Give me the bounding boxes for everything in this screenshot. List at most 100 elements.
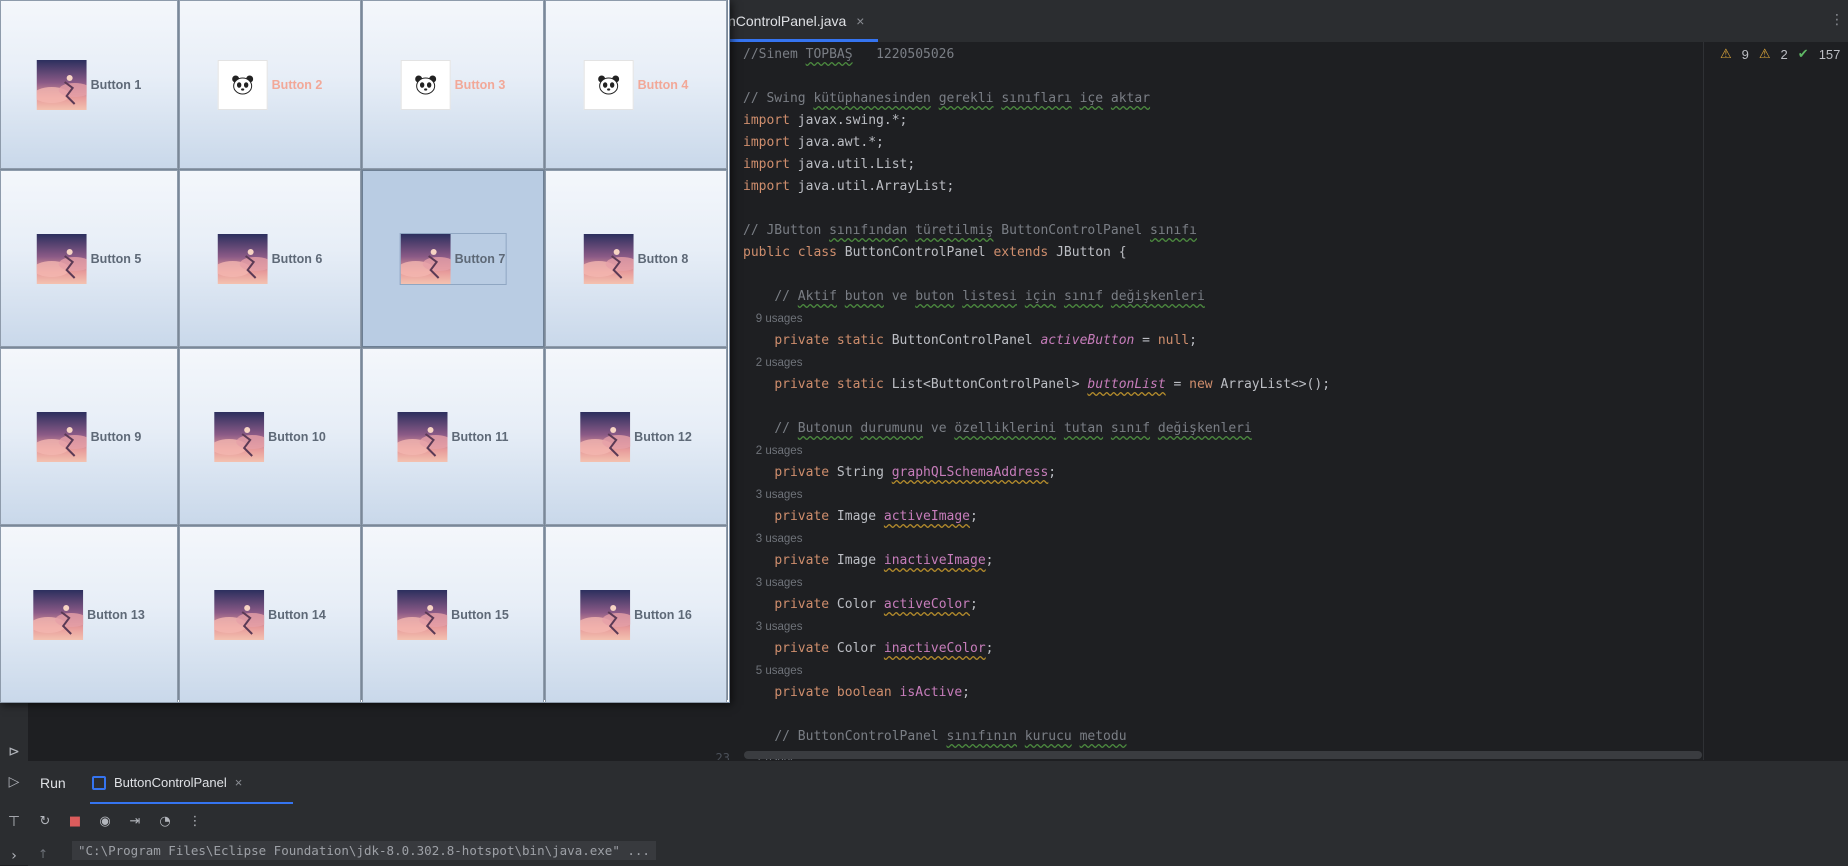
button-label: Button 10 <box>268 429 326 444</box>
code-line: import java.util.ArrayList; <box>743 179 955 194</box>
panda-icon <box>583 59 634 110</box>
run-tab-indicator <box>90 802 293 804</box>
code-line: private Color inactiveColor; <box>774 641 994 656</box>
profiler-icon[interactable]: ◔ <box>156 813 174 831</box>
grid-button-14[interactable]: Button 14 <box>179 526 361 703</box>
left-tool-strip: ⊳ ▷ ⊤ › <box>0 700 28 865</box>
horizontal-scrollbar[interactable] <box>744 751 1702 759</box>
button-label: Button 15 <box>451 607 509 622</box>
button-content: Button 3 <box>400 59 506 110</box>
button-label: Button 13 <box>87 607 145 622</box>
sunset-thumbnail-icon <box>36 233 87 284</box>
check-icon: ✔ <box>1797 46 1809 61</box>
more-options-icon[interactable]: ⋮ <box>1830 12 1844 28</box>
weak-warning-icon: ⚠ <box>1758 46 1771 61</box>
sunset-thumbnail-icon <box>217 233 268 284</box>
rerun-icon[interactable]: ↻ <box>36 813 54 831</box>
terminal-icon[interactable]: › <box>4 846 24 866</box>
run-tab-buttoncontrolpanel[interactable]: ButtonControlPanel × <box>92 775 242 790</box>
more-options-icon[interactable]: ⋮ <box>186 813 204 831</box>
camera-icon[interactable]: ◉ <box>96 813 114 831</box>
usage-hint[interactable]: 5 usages <box>743 660 1330 682</box>
grid-button-6[interactable]: Button 6 <box>179 170 361 347</box>
button-label: Button 3 <box>454 77 506 92</box>
grid-button-16[interactable]: Button 16 <box>545 526 727 703</box>
button-content: Button 14 <box>214 589 326 640</box>
sunset-thumbnail-icon <box>36 59 87 110</box>
grid-button-11[interactable]: Button 11 <box>362 348 544 525</box>
button-label: Button 4 <box>637 77 689 92</box>
panda-icon <box>400 59 451 110</box>
stop-icon[interactable]: ■ <box>66 813 84 831</box>
sunset-thumbnail-icon <box>580 589 631 640</box>
grid-button-3[interactable]: Button 3 <box>362 0 544 169</box>
grid-button-8[interactable]: Button 8 <box>545 170 727 347</box>
grid-button-1[interactable]: Button 1 <box>0 0 178 169</box>
sunset-thumbnail-icon <box>397 589 448 640</box>
close-icon[interactable]: × <box>856 13 864 29</box>
grid-button-9[interactable]: Button 9 <box>0 348 178 525</box>
run-icon[interactable]: ▷ <box>4 772 24 792</box>
services-icon[interactable]: ⊳ <box>4 742 24 762</box>
code-line: import java.awt.*; <box>743 135 884 150</box>
console-output-line: "C:\Program Files\Eclipse Foundation\jdk… <box>72 841 656 860</box>
run-tab-label: ButtonControlPanel <box>114 775 227 790</box>
weak-warning-count: 2 <box>1780 46 1788 62</box>
usage-hint[interactable]: 3 usages <box>743 572 1330 594</box>
code-editor[interactable]: //Sinem TOPBAŞ 1220505026 // Swing kütüp… <box>740 42 1704 760</box>
grid-button-12[interactable]: Button 12 <box>545 348 727 525</box>
usage-hint[interactable]: 2 usages <box>743 440 1330 462</box>
code-line: private Color activeColor; <box>774 597 978 612</box>
button-content: Button 7 <box>399 232 507 285</box>
usage-hint[interactable]: 3 usages <box>743 484 1330 506</box>
run-toolbar: ↻ ■ ◉ ⇥ ◔ ⋮ <box>36 813 204 831</box>
code-line: private static List<ButtonControlPanel> … <box>774 377 1331 392</box>
sunset-thumbnail-icon <box>580 411 631 462</box>
code-line: private Image inactiveImage; <box>774 553 994 568</box>
button-label: Button 6 <box>271 251 323 266</box>
sunset-thumbnail-icon <box>400 233 451 284</box>
grid-button-10[interactable]: Button 10 <box>179 348 361 525</box>
scroll-up-icon[interactable]: ↑ <box>38 847 48 861</box>
button-label: Button 2 <box>271 77 323 92</box>
code-line: //Sinem TOPBAŞ 1220505026 <box>743 47 955 62</box>
exit-icon[interactable]: ⇥ <box>126 813 144 831</box>
code-line: // ButtonControlPanel sınıfının kurucu m… <box>774 729 1127 744</box>
grid-button-13[interactable]: Button 13 <box>0 526 178 703</box>
button-content: Button 2 <box>217 59 323 110</box>
button-content: Button 1 <box>36 59 141 110</box>
code-line: // Swing kütüphanesinden gerekli sınıfla… <box>743 91 1151 106</box>
grid-button-2[interactable]: Button 2 <box>179 0 361 169</box>
usage-hint[interactable]: 3 usages <box>743 616 1330 638</box>
button-label: Button 11 <box>451 429 509 444</box>
code-line: private String graphQLSchemaAddress; <box>774 465 1057 480</box>
sunset-thumbnail-icon <box>214 589 265 640</box>
usage-hint[interactable]: 9 usages <box>743 308 1330 330</box>
button-content: Button 5 <box>36 233 141 284</box>
editor-right-border <box>1703 42 1704 760</box>
close-icon[interactable]: × <box>235 775 243 790</box>
grid-button-7[interactable]: Button 7 <box>362 170 544 347</box>
sunset-thumbnail-icon <box>397 411 448 462</box>
sunset-thumbnail-icon <box>33 589 84 640</box>
usage-hint[interactable]: 2 usages <box>743 352 1330 374</box>
code-content: //Sinem TOPBAŞ 1220505026 // Swing kütüp… <box>743 44 1330 760</box>
build-icon[interactable]: ⊤ <box>4 812 24 832</box>
code-line: // Aktif buton ve buton listesi için sın… <box>774 289 1205 304</box>
grid-button-5[interactable]: Button 5 <box>0 170 178 347</box>
usage-hint[interactable]: 3 usages <box>743 528 1330 550</box>
code-line: // Butonun durumunu ve özelliklerini tut… <box>774 421 1252 436</box>
grid-button-4[interactable]: Button 4 <box>545 0 727 169</box>
editor-tab-buttoncontrolpanel[interactable]: nControlPanel.java × <box>728 0 864 42</box>
run-config-icon <box>92 775 106 790</box>
code-line: import java.util.List; <box>743 157 916 172</box>
button-label: Button 16 <box>634 607 692 622</box>
code-line: private boolean isActive; <box>774 685 970 700</box>
sunset-thumbnail-icon <box>36 411 87 462</box>
inspection-widget[interactable]: ⚠9 ⚠2 ✔157 ⌃ <box>1720 46 1848 62</box>
grid-button-15[interactable]: Button 15 <box>362 526 544 703</box>
